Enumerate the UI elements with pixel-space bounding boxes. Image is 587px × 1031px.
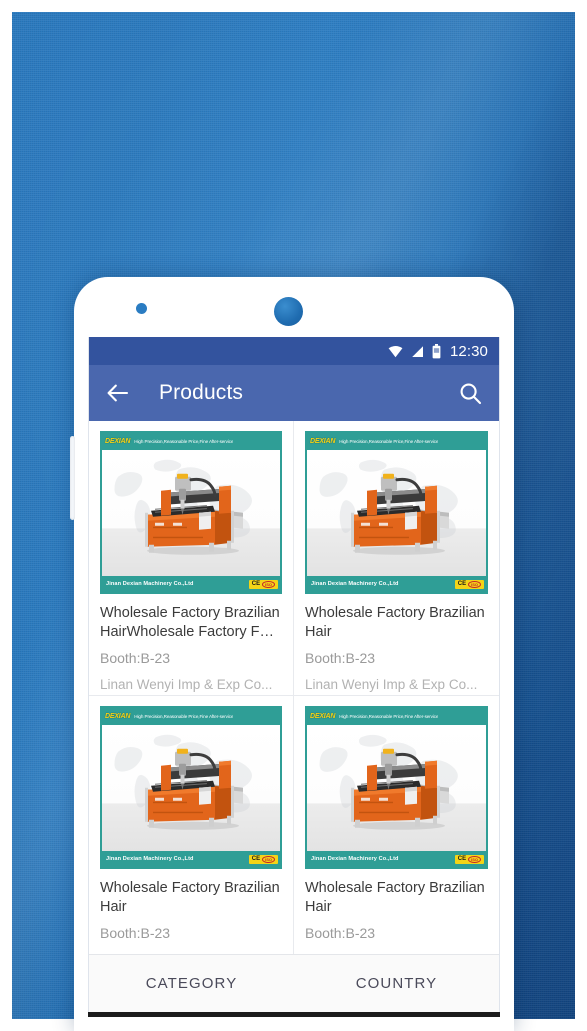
product-image: DEXIAN High Precision,Reasonable Price,F…	[305, 431, 488, 594]
device-bottom-edge	[88, 1012, 500, 1017]
brand-logo: DEXIAN	[310, 438, 336, 445]
bottom-tab-bar: CATEGORY COUNTRY	[89, 954, 499, 1012]
tab-category[interactable]: CATEGORY	[89, 955, 294, 1012]
iso-badge: ISO	[468, 855, 481, 863]
ce-badge: CE	[251, 581, 261, 587]
back-arrow-icon	[107, 384, 129, 402]
brand-tagline: High Precision,Reasonable Price,Fine Aft…	[134, 439, 234, 444]
product-image-banner: DEXIAN High Precision,Reasonable Price,F…	[102, 708, 280, 725]
certification-badges: CE ISO	[248, 579, 278, 589]
product-title: Wholesale Factory Brazilian HairWholesal…	[100, 605, 280, 640]
iso-badge: ISO	[262, 580, 275, 588]
product-grid: DEXIAN High Precision,Reasonable Price,F…	[89, 421, 499, 955]
certification-badges: CE ISO	[248, 854, 278, 864]
status-bar-clock: 12:30	[449, 342, 488, 360]
product-photo-area	[307, 725, 486, 851]
product-card[interactable]: DEXIAN High Precision,Reasonable Price,F…	[294, 421, 499, 696]
product-supplier: Linan Wenyi Imp & Exp Co...	[100, 677, 273, 692]
product-image-footer: Jinan Dexian Machinery Co.,Ltd CE ISO	[307, 576, 486, 592]
product-booth: Booth:B-23	[305, 925, 376, 941]
cnc-router-machine-photo	[350, 473, 449, 555]
app-bar: Products	[89, 365, 499, 421]
ce-badge: CE	[457, 856, 467, 862]
search-icon	[460, 383, 481, 404]
certification-badges: CE ISO	[454, 579, 484, 589]
product-image-banner: DEXIAN High Precision,Reasonable Price,F…	[307, 433, 486, 450]
proximity-sensor-icon	[136, 303, 147, 314]
product-booth: Booth:B-23	[305, 650, 376, 666]
manufacturer-name: Jinan Dexian Machinery Co.,Ltd	[106, 856, 194, 862]
product-title: Wholesale Factory Brazilian Hair	[305, 605, 485, 640]
iso-badge: ISO	[262, 855, 275, 863]
product-photo-area	[102, 725, 280, 851]
product-photo-area	[102, 450, 280, 576]
product-booth: Booth:B-23	[100, 650, 171, 666]
brand-tagline: High Precision,Reasonable Price,Fine Aft…	[339, 714, 439, 719]
brand-tagline: High Precision,Reasonable Price,Fine Aft…	[339, 439, 439, 444]
brand-logo: DEXIAN	[105, 438, 131, 445]
search-button[interactable]	[457, 380, 483, 406]
product-card[interactable]: DEXIAN High Precision,Reasonable Price,F…	[89, 421, 294, 696]
brand-tagline: High Precision,Reasonable Price,Fine Aft…	[134, 714, 234, 719]
product-card[interactable]: DEXIAN High Precision,Reasonable Price,F…	[89, 696, 294, 955]
status-bar: 12:30	[89, 337, 499, 365]
iso-badge: ISO	[468, 580, 481, 588]
manufacturer-name: Jinan Dexian Machinery Co.,Ltd	[311, 856, 399, 862]
manufacturer-name: Jinan Dexian Machinery Co.,Ltd	[311, 581, 399, 587]
cnc-router-machine-photo	[145, 473, 243, 555]
product-image-footer: Jinan Dexian Machinery Co.,Ltd CE ISO	[307, 851, 486, 867]
product-card[interactable]: DEXIAN High Precision,Reasonable Price,F…	[294, 696, 499, 955]
certification-badges: CE ISO	[454, 854, 484, 864]
brand-logo: DEXIAN	[310, 713, 336, 720]
product-image: DEXIAN High Precision,Reasonable Price,F…	[305, 706, 488, 869]
front-camera-icon	[274, 297, 303, 326]
product-title: Wholesale Factory Brazilian Hair	[305, 880, 485, 915]
product-image-banner: DEXIAN High Precision,Reasonable Price,F…	[307, 708, 486, 725]
page-title: Products	[159, 381, 244, 404]
back-button[interactable]	[105, 380, 131, 406]
tab-country[interactable]: COUNTRY	[294, 955, 499, 1012]
product-booth: Booth:B-23	[100, 925, 171, 941]
cnc-router-machine-photo	[350, 748, 449, 830]
brand-logo: DEXIAN	[105, 713, 131, 720]
screenshot-root: 12:30 Products DEXIAN High Precision,Rea…	[0, 0, 587, 1031]
product-image-banner: DEXIAN High Precision,Reasonable Price,F…	[102, 433, 280, 450]
product-image: DEXIAN High Precision,Reasonable Price,F…	[100, 706, 282, 869]
manufacturer-name: Jinan Dexian Machinery Co.,Ltd	[106, 581, 194, 587]
product-photo-area	[307, 450, 486, 576]
product-image-footer: Jinan Dexian Machinery Co.,Ltd CE ISO	[102, 576, 280, 592]
ce-badge: CE	[457, 581, 467, 587]
product-image: DEXIAN High Precision,Reasonable Price,F…	[100, 431, 282, 594]
battery-icon	[432, 343, 441, 358]
product-supplier: Linan Wenyi Imp & Exp Co...	[305, 677, 478, 692]
app-viewport: 12:30 Products DEXIAN High Precision,Rea…	[88, 337, 500, 1012]
cnc-router-machine-photo	[145, 748, 243, 830]
product-title: Wholesale Factory Brazilian Hair	[100, 880, 280, 915]
phone-side-button[interactable]	[70, 436, 75, 520]
wifi-icon	[388, 345, 403, 357]
product-image-footer: Jinan Dexian Machinery Co.,Ltd CE ISO	[102, 851, 280, 867]
cellular-signal-icon	[412, 345, 423, 357]
ce-badge: CE	[251, 856, 261, 862]
